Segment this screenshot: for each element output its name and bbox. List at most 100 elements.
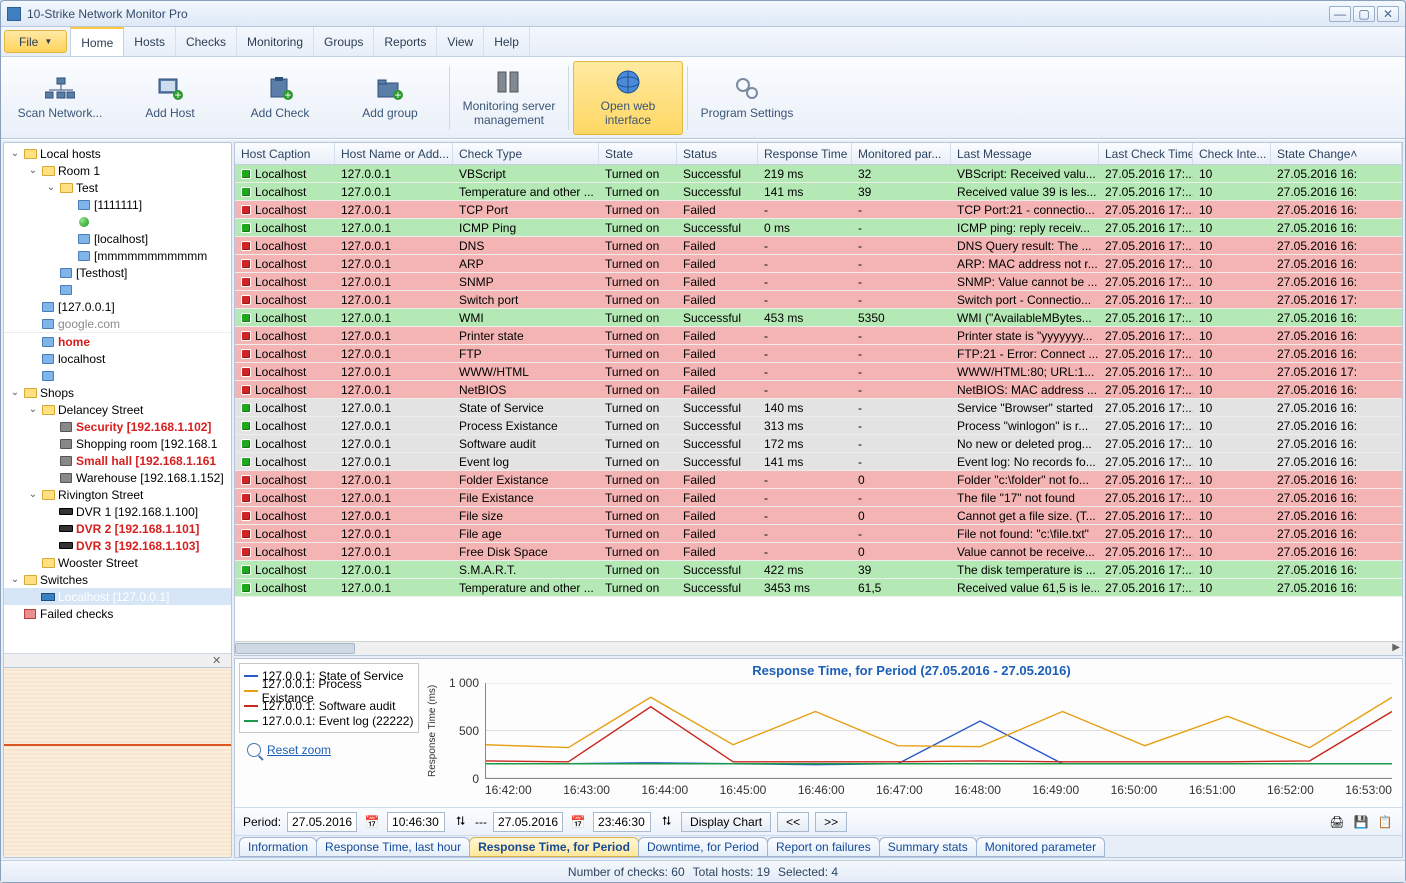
table-row[interactable]: Localhost127.0.0.1State of ServiceTurned…: [235, 399, 1402, 417]
tree-node[interactable]: ⌄Shops: [4, 384, 231, 401]
open-web-button[interactable]: Open web interface: [573, 61, 683, 135]
maximize-button[interactable]: ▢: [1353, 6, 1375, 22]
tree-node[interactable]: [127.0.0.1]: [4, 298, 231, 315]
menu-view[interactable]: View: [437, 27, 484, 56]
add-host-button[interactable]: +Add Host: [115, 61, 225, 135]
table-row[interactable]: Localhost127.0.0.1Process ExistanceTurne…: [235, 417, 1402, 435]
tree-node[interactable]: This computer [localhost]: [4, 367, 231, 384]
tree-node[interactable]: home: [4, 333, 231, 350]
tree-node[interactable]: [mmmmmmmmmmm: [4, 247, 231, 264]
col-header[interactable]: State: [599, 143, 677, 164]
col-header[interactable]: Check Type: [453, 143, 599, 164]
next-button[interactable]: >>: [815, 812, 847, 832]
table-row[interactable]: Localhost127.0.0.1Temperature and other …: [235, 183, 1402, 201]
close-button[interactable]: ✕: [1377, 6, 1399, 22]
tree-node[interactable]: [localhost]: [4, 213, 231, 230]
table-row[interactable]: Localhost127.0.0.1ICMP PingTurned onSucc…: [235, 219, 1402, 237]
menu-checks[interactable]: Checks: [176, 27, 237, 56]
period-date1[interactable]: [287, 812, 357, 832]
table-row[interactable]: Localhost127.0.0.1VBScriptTurned onSucce…: [235, 165, 1402, 183]
table-row[interactable]: Localhost127.0.0.1File ExistanceTurned o…: [235, 489, 1402, 507]
prev-button[interactable]: <<: [777, 812, 809, 832]
tree-node[interactable]: Shopping room [192.168.1: [4, 435, 231, 452]
tree-node[interactable]: [1111111]: [4, 196, 231, 213]
table-row[interactable]: Localhost127.0.0.1TCP PortTurned onFaile…: [235, 201, 1402, 219]
calendar-icon[interactable]: 📅: [569, 813, 587, 831]
col-header[interactable]: Last Check Time: [1099, 143, 1193, 164]
table-row[interactable]: Localhost127.0.0.1Software auditTurned o…: [235, 435, 1402, 453]
col-header[interactable]: Response Time: [758, 143, 852, 164]
tab[interactable]: Report on failures: [767, 837, 880, 857]
tree-node[interactable]: localhost: [4, 350, 231, 367]
col-header[interactable]: Last Message: [951, 143, 1099, 164]
tab[interactable]: Response Time, for Period: [469, 837, 639, 857]
tree-node[interactable]: Wooster Street: [4, 554, 231, 571]
table-row[interactable]: Localhost127.0.0.1S.M.A.R.T.Turned onSuc…: [235, 561, 1402, 579]
tree-node[interactable]: [localhost]: [4, 230, 231, 247]
menu-help[interactable]: Help: [484, 27, 530, 56]
program-settings-button[interactable]: Program Settings: [692, 61, 802, 135]
tree-node[interactable]: Localhost [127.0.0.1]: [4, 588, 231, 605]
period-time1[interactable]: [387, 812, 445, 832]
minimize-button[interactable]: —: [1329, 6, 1351, 22]
period-time2[interactable]: [593, 812, 651, 832]
col-header[interactable]: Host Caption: [235, 143, 335, 164]
tab[interactable]: Monitored parameter: [976, 837, 1105, 857]
table-row[interactable]: Localhost127.0.0.1ARPTurned onFailed--AR…: [235, 255, 1402, 273]
table-row[interactable]: Localhost127.0.0.1FTPTurned onFailed--FT…: [235, 345, 1402, 363]
tree-node[interactable]: google.com: [4, 315, 231, 333]
tree-node[interactable]: DVR 1 [192.168.1.100]: [4, 503, 231, 520]
tab[interactable]: Downtime, for Period: [638, 837, 768, 857]
monitoring-server-button[interactable]: Monitoring server management: [454, 61, 564, 135]
print-icon[interactable]: 🖨: [1328, 813, 1346, 831]
menu-file[interactable]: File▼: [4, 30, 67, 53]
table-row[interactable]: Localhost127.0.0.1WMITurned onSuccessful…: [235, 309, 1402, 327]
col-header[interactable]: Host Name or Add...: [335, 143, 453, 164]
spinner-icon[interactable]: ⮁: [657, 813, 675, 831]
tab[interactable]: Summary stats: [879, 837, 977, 857]
tree-node[interactable]: Failed checks: [4, 605, 231, 622]
table-row[interactable]: Localhost127.0.0.1Folder ExistanceTurned…: [235, 471, 1402, 489]
table-row[interactable]: Localhost127.0.0.1SNMPTurned onFailed--S…: [235, 273, 1402, 291]
tree-node[interactable]: Warehouse [192.168.1.152]: [4, 469, 231, 486]
spinner-icon[interactable]: ⮁: [451, 813, 469, 831]
menu-groups[interactable]: Groups: [314, 27, 374, 56]
table-row[interactable]: Localhost127.0.0.1NetBIOSTurned onFailed…: [235, 381, 1402, 399]
menu-reports[interactable]: Reports: [374, 27, 437, 56]
tree-node[interactable]: ⌄Rivington Street: [4, 486, 231, 503]
scan-network-button[interactable]: Scan Network...: [5, 61, 115, 135]
table-row[interactable]: Localhost127.0.0.1Free Disk SpaceTurned …: [235, 543, 1402, 561]
table-row[interactable]: Localhost127.0.0.1Switch portTurned onFa…: [235, 291, 1402, 309]
table-row[interactable]: Localhost127.0.0.1File ageTurned onFaile…: [235, 525, 1402, 543]
table-row[interactable]: Localhost127.0.0.1DNSTurned onFailed--DN…: [235, 237, 1402, 255]
add-check-button[interactable]: +Add Check: [225, 61, 335, 135]
tree-node[interactable]: localhost: [4, 281, 231, 298]
copy-icon[interactable]: 📋: [1376, 813, 1394, 831]
tree-node[interactable]: ⌄Delancey Street: [4, 401, 231, 418]
tree-node[interactable]: ⌄Local hosts: [4, 145, 231, 162]
tab[interactable]: Response Time, last hour: [316, 837, 470, 857]
reset-zoom-link[interactable]: Reset zoom: [267, 743, 331, 757]
menu-hosts[interactable]: Hosts: [124, 27, 176, 56]
grid-hscroll[interactable]: ▶: [235, 641, 1402, 655]
display-chart-button[interactable]: Display Chart: [681, 812, 771, 832]
close-panel-icon[interactable]: ✕: [212, 654, 221, 667]
tree-node[interactable]: [Testhost]: [4, 264, 231, 281]
col-header[interactable]: State Change ˄: [1271, 143, 1402, 164]
grid-header[interactable]: Host CaptionHost Name or Add...Check Typ…: [235, 143, 1402, 165]
table-row[interactable]: Localhost127.0.0.1WWW/HTMLTurned onFaile…: [235, 363, 1402, 381]
tree-node[interactable]: Small hall [192.168.1.161: [4, 452, 231, 469]
table-row[interactable]: Localhost127.0.0.1File sizeTurned onFail…: [235, 507, 1402, 525]
table-row[interactable]: Localhost127.0.0.1Temperature and other …: [235, 579, 1402, 597]
tree-node[interactable]: ⌄Switches: [4, 571, 231, 588]
add-group-button[interactable]: +Add group: [335, 61, 445, 135]
menu-monitoring[interactable]: Monitoring: [237, 27, 314, 56]
calendar-icon[interactable]: 📅: [363, 813, 381, 831]
tree-node[interactable]: ⌄Test: [4, 179, 231, 196]
table-row[interactable]: Localhost127.0.0.1Printer stateTurned on…: [235, 327, 1402, 345]
grid-body[interactable]: Localhost127.0.0.1VBScriptTurned onSucce…: [235, 165, 1402, 641]
save-icon[interactable]: 💾: [1352, 813, 1370, 831]
col-header[interactable]: Monitored par...: [852, 143, 951, 164]
col-header[interactable]: Check Inte...: [1193, 143, 1271, 164]
menu-home[interactable]: Home: [70, 27, 124, 56]
